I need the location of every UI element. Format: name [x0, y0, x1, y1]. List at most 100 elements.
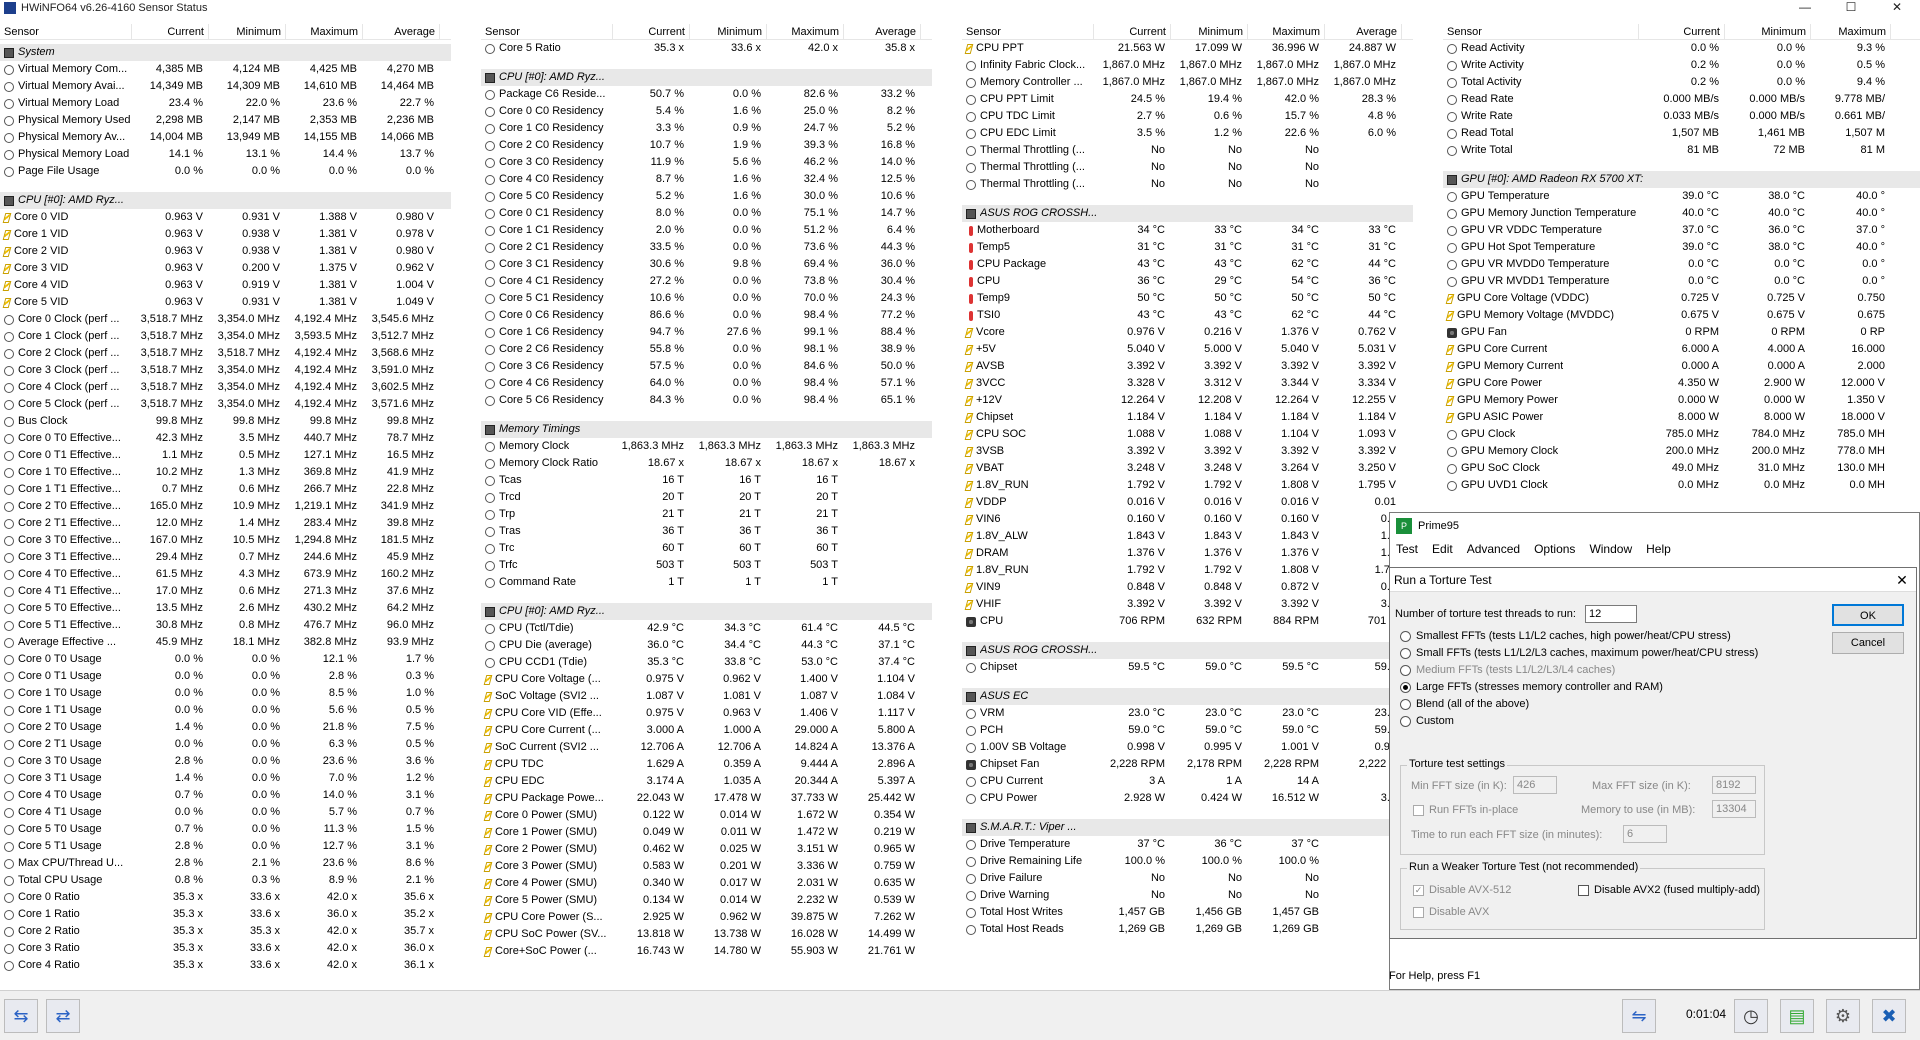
- column-header[interactable]: Average: [1325, 24, 1402, 39]
- sensor-row[interactable]: Read Total 1,507 MB 1,461 MB 1,507 M: [1443, 125, 1920, 142]
- sensor-row[interactable]: Thermal Throttling (... No No No: [962, 142, 1413, 159]
- sensor-row[interactable]: Drive Temperature37 °C36 °C37 °C3: [962, 836, 1413, 853]
- column-header[interactable]: Maximum: [767, 24, 844, 39]
- sensor-row[interactable]: GPU VR MVDD1 Temperature 0.0 °C 0.0 °C 0.0 …: [1443, 273, 1920, 290]
- network-switch-icon[interactable]: ⇋: [1622, 999, 1656, 1033]
- sensor-row[interactable]: GPU VR VDDC Temperature 37.0 °C 36.0 °C 37.…: [1443, 222, 1920, 239]
- sensor-row[interactable]: CPU Core Voltage (... 0.975 V 0.962 V 1.400…: [481, 671, 932, 688]
- sensor-row[interactable]: Core 4 C6 Residency 64.0 % 0.0 % 98.4 % 57.1…: [481, 375, 932, 392]
- sensor-row[interactable]: Core 3 T1 Effective... 29.4 MHz 0.7 MHz 244…: [0, 549, 451, 566]
- sensor-row[interactable]: GPU Hot Spot Temperature 39.0 °C 38.0 °C 40…: [1443, 239, 1920, 256]
- sensor-row[interactable]: CPU 36 °C 29 °C 54 °C 36 °C: [962, 273, 1413, 290]
- sensor-row[interactable]: Core 2 VID 0.963 V 0.938 V 1.381 V 0.980 V: [0, 243, 451, 260]
- column-header[interactable]: Minimum: [1725, 24, 1811, 39]
- sensor-row[interactable]: GPU Core Power 4.350 W 2.900 W 12.000 V: [1443, 375, 1920, 392]
- sensor-row[interactable]: Core 3 Ratio 35.3 x 33.6 x 42.0 x 36.0 x: [0, 940, 451, 957]
- sensor-row[interactable]: Core 3 Clock (perf ... 3,518.7 MHz 3,354.0…: [0, 362, 451, 379]
- sensor-row[interactable]: Chipset 1.184 V 1.184 V 1.184 V 1.184 V: [962, 409, 1413, 426]
- menu-options[interactable]: Options: [1534, 542, 1575, 556]
- sensor-row[interactable]: CPU 706 RPM 632 RPM 884 RPM 701 F: [962, 613, 1413, 630]
- sensor-row[interactable]: CPU Package 43 °C 43 °C 62 °C 44 °C: [962, 256, 1413, 273]
- sensor-row[interactable]: Core 1 C6 Residency 94.7 % 27.6 % 99.1 % 88.…: [481, 324, 932, 341]
- sensor-group-header[interactable]: Memory Timings: [481, 421, 932, 438]
- sensor-row[interactable]: Core 1 T1 Usage 0.0 % 0.0 % 5.6 % 0.5 %: [0, 702, 451, 719]
- sensor-row[interactable]: Core 5 VID 0.963 V 0.931 V 1.381 V 1.049 V: [0, 294, 451, 311]
- sensor-row[interactable]: GPU Fan 0 RPM 0 RPM 0 RP: [1443, 324, 1920, 341]
- sensor-row[interactable]: GPU Memory Clock 200.0 MHz 200.0 MHz 778.0 …: [1443, 443, 1920, 460]
- sensor-row[interactable]: GPU Clock 785.0 MHz 784.0 MHz 785.0 MH: [1443, 426, 1920, 443]
- sensor-row[interactable]: Core 1 T0 Usage 0.0 % 0.0 % 8.5 % 1.0 %: [0, 685, 451, 702]
- sensor-row[interactable]: Trcd 20 T 20 T 20 T: [481, 489, 932, 506]
- sensor-group-header[interactable]: ASUS ROG CROSSH...: [962, 642, 1413, 659]
- sensor-row[interactable]: Core 4 T1 Usage 0.0 % 0.0 % 5.7 % 0.7 %: [0, 804, 451, 821]
- fft-option-radio[interactable]: [1400, 631, 1411, 642]
- sensor-row[interactable]: Tras 36 T 36 T 36 T: [481, 523, 932, 540]
- sensor-row[interactable]: GPU Memory Junction Temperature 40.0 °C 40…: [1443, 205, 1920, 222]
- fft-option-radio[interactable]: [1400, 665, 1411, 676]
- close-sensors-icon[interactable]: ✖: [1872, 999, 1906, 1033]
- sensor-row[interactable]: Read Rate 0.000 MB/s 0.000 MB/s 9.778 MB/: [1443, 91, 1920, 108]
- sensor-row[interactable]: Max CPU/Thread U... 2.8 % 2.1 % 23.6 % 8.6 %: [0, 855, 451, 872]
- sensor-row[interactable]: CPU Core Current (... 3.000 A 1.000 A 29.00…: [481, 722, 932, 739]
- max-fft-input[interactable]: 8192: [1712, 776, 1756, 794]
- sensor-row[interactable]: GPU UVD1 Clock 0.0 MHz 0.0 MHz 0.0 MH: [1443, 477, 1920, 494]
- fft-option-radio[interactable]: [1400, 648, 1411, 659]
- add-report-icon[interactable]: ▤: [1780, 999, 1814, 1033]
- sensor-row[interactable]: Virtual Memory Com... 4,385 MB 4,124 MB 4,4…: [0, 61, 451, 78]
- column-header[interactable]: Sensor: [481, 24, 613, 39]
- sensor-row[interactable]: CPU TDC Limit 2.7 % 0.6 % 15.7 % 4.8 %: [962, 108, 1413, 125]
- sensor-row[interactable]: 3VSB 3.392 V 3.392 V 3.392 V 3.392 V: [962, 443, 1413, 460]
- sensor-row[interactable]: CPU Core Power (S... 2.925 W 0.962 W 39.875…: [481, 909, 932, 926]
- sensor-row[interactable]: Write Activity 0.2 % 0.0 % 0.5 %: [1443, 57, 1920, 74]
- ok-button[interactable]: OK: [1832, 604, 1904, 626]
- sensor-row[interactable]: Core 5 Ratio 35.3 x 33.6 x 42.0 x 35.8 x: [481, 40, 932, 57]
- minimize-button[interactable]: —: [1782, 0, 1828, 15]
- sensor-row[interactable]: Core 1 VID 0.963 V 0.938 V 1.381 V 0.978 V: [0, 226, 451, 243]
- sensor-row[interactable]: Bus Clock 99.8 MHz 99.8 MHz 99.8 MHz 99.8 MH…: [0, 413, 451, 430]
- column-header[interactable]: Sensor: [962, 24, 1094, 39]
- sensor-row[interactable]: Total Host Reads 1,269 GB 1,269 GB 1,269 GB: [962, 921, 1413, 938]
- sensor-panel-3[interactable]: Sensor Current Minimum Maximum Average CPU PP…: [962, 24, 1413, 987]
- sensor-panel-2[interactable]: Sensor Current Minimum Maximum Average Core 5…: [481, 24, 932, 987]
- time-input[interactable]: 6: [1623, 825, 1667, 843]
- dialog-close-icon[interactable]: ✕: [1892, 568, 1912, 592]
- sensor-row[interactable]: AVSB 3.392 V 3.392 V 3.392 V 3.392 V: [962, 358, 1413, 375]
- sensor-row[interactable]: CPU PPT Limit 24.5 % 19.4 % 42.0 % 28.3 %: [962, 91, 1413, 108]
- sensor-row[interactable]: Core 1 C1 Residency 2.0 % 0.0 % 51.2 % 6.4 %: [481, 222, 932, 239]
- sensor-row[interactable]: Core 4 Power (SMU) 0.340 W 0.017 W 2.031 W 0…: [481, 875, 932, 892]
- sensor-row[interactable]: Core 2 T0 Effective... 165.0 MHz 10.9 MHz 1…: [0, 498, 451, 515]
- sensor-row[interactable]: VBAT 3.248 V 3.248 V 3.264 V 3.250 V: [962, 460, 1413, 477]
- column-header[interactable]: Sensor: [0, 24, 132, 39]
- sensor-row[interactable]: Core 1 C0 Residency 3.3 % 0.9 % 24.7 % 5.2 %: [481, 120, 932, 137]
- sensor-row[interactable]: 1.8V_ALW1.843 V1.843 V1.843 V1.8: [962, 528, 1413, 545]
- sensor-row[interactable]: Thermal Throttling (... No No No: [962, 176, 1413, 193]
- sensor-row[interactable]: CPU EDC 3.174 A 1.035 A 20.344 A 5.397 A: [481, 773, 932, 790]
- sensor-row[interactable]: CPU SOC 1.088 V 1.088 V 1.104 V 1.093 V: [962, 426, 1413, 443]
- sensor-row[interactable]: Core 0 Power (SMU) 0.122 W 0.014 W 1.672 W 0…: [481, 807, 932, 824]
- sensor-row[interactable]: Core 0 T0 Usage 0.0 % 0.0 % 12.1 % 1.7 %: [0, 651, 451, 668]
- prev-next-arrows-icon[interactable]: ⇆: [4, 999, 38, 1033]
- sensor-row[interactable]: Core 1 Power (SMU) 0.049 W 0.011 W 1.472 W 0…: [481, 824, 932, 841]
- sensor-row[interactable]: 1.8V_RUN 1.792 V 1.792 V 1.808 V 1.79: [962, 562, 1413, 579]
- sensor-row[interactable]: Drive Remaining Life 100.0 % 100.0 % 100.0 …: [962, 853, 1413, 870]
- cancel-button[interactable]: Cancel: [1832, 632, 1904, 654]
- sensor-row[interactable]: Core 3 T1 Usage 1.4 % 0.0 % 7.0 % 1.2 %: [0, 770, 451, 787]
- sensor-row[interactable]: Core 4 T0 Usage 0.7 % 0.0 % 14.0 % 3.1 %: [0, 787, 451, 804]
- sensor-row[interactable]: GPU Temperature 39.0 °C 38.0 °C 40.0 °: [1443, 188, 1920, 205]
- sensor-row[interactable]: DRAM1.376 V1.376 V1.376 V1.3: [962, 545, 1413, 562]
- sensor-row[interactable]: Virtual Memory Avai... 14,349 MB 14,309 MB…: [0, 78, 451, 95]
- sensor-row[interactable]: CPU Package Powe... 22.043 W 17.478 W 37.73…: [481, 790, 932, 807]
- sensor-row[interactable]: Thermal Throttling (... No No No: [962, 159, 1413, 176]
- sensor-row[interactable]: Package C6 Reside... 50.7 % 0.0 % 82.6 % 33.…: [481, 86, 932, 103]
- column-header[interactable]: Average: [363, 24, 440, 39]
- menu-edit[interactable]: Edit: [1432, 542, 1453, 556]
- sensor-group-header[interactable]: S.M.A.R.T.: Viper ...: [962, 819, 1413, 836]
- sensor-row[interactable]: Virtual Memory Load 23.4 % 22.0 % 23.6 % 22.…: [0, 95, 451, 112]
- sensor-row[interactable]: Total Activity 0.2 % 0.0 % 9.4 %: [1443, 74, 1920, 91]
- sensor-row[interactable]: Core 5 T1 Usage 2.8 % 0.0 % 12.7 % 3.1 %: [0, 838, 451, 855]
- sensor-row[interactable]: GPU VR MVDD0 Temperature 0.0 °C 0.0 °C 0.0 …: [1443, 256, 1920, 273]
- sensor-row[interactable]: PCH 59.0 °C 59.0 °C 59.0 °C 59.0: [962, 722, 1413, 739]
- collapse-arrows-icon[interactable]: ⇄: [46, 999, 80, 1033]
- column-header[interactable]: Sensor: [1443, 24, 1639, 39]
- sensor-row[interactable]: +12V 12.264 V 12.208 V 12.264 V 12.255 V: [962, 392, 1413, 409]
